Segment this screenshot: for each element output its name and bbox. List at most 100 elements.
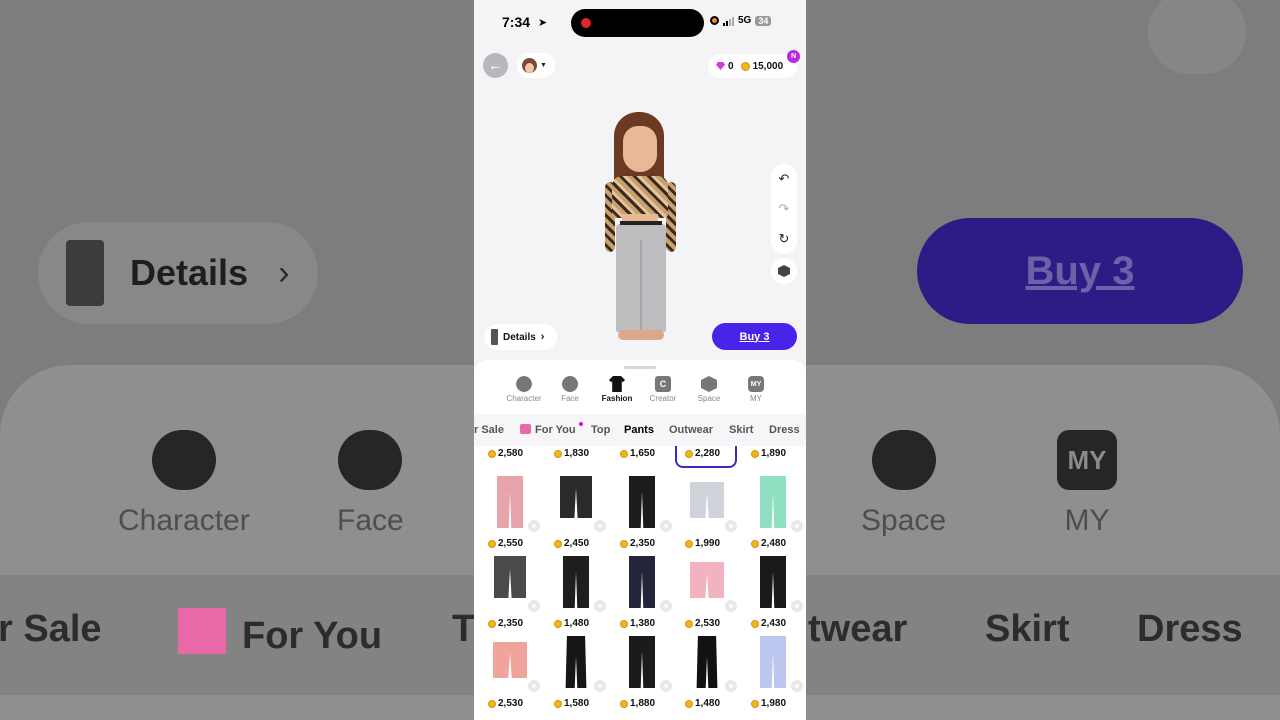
heart-icon[interactable]: ♥ xyxy=(660,680,672,692)
category-face[interactable]: Face xyxy=(547,376,593,403)
coin-icon xyxy=(554,539,562,548)
item-card[interactable]: ♥ 2,550 xyxy=(480,472,540,549)
heart-icon[interactable]: ♥ xyxy=(791,680,803,692)
heart-icon[interactable]: ♥ xyxy=(594,600,606,612)
item-card[interactable]: ♥ 1,480 xyxy=(677,632,737,709)
item-price: 2,430 xyxy=(751,618,806,629)
pants-image xyxy=(760,636,786,688)
item-card[interactable]: ♥ 2,450 xyxy=(546,472,606,549)
currency-balance[interactable]: 0 15,000 xyxy=(708,54,797,78)
shirt-icon xyxy=(609,376,625,392)
pants-image xyxy=(629,476,655,528)
network-label: 5G xyxy=(738,15,752,26)
coin-icon xyxy=(554,449,562,458)
tab-pants[interactable]: Pants xyxy=(624,424,654,436)
item-price: 2,530 xyxy=(685,618,745,629)
heart-icon[interactable]: ♥ xyxy=(725,520,737,532)
tab-dress[interactable]: Dress xyxy=(769,424,800,436)
item-price: 2,480 xyxy=(751,538,806,549)
category-space[interactable]: Space xyxy=(686,376,732,403)
sheet-grabber[interactable] xyxy=(624,366,656,369)
item-card[interactable]: ♥ 2,530 xyxy=(677,552,737,629)
item-card[interactable]: ♥ 2,480 xyxy=(743,472,803,549)
category-character[interactable]: Character xyxy=(501,376,547,403)
heart-icon[interactable]: ♥ xyxy=(660,600,672,612)
tab-top[interactable]: Top xyxy=(591,424,610,436)
item-price: 1,830 xyxy=(554,448,614,459)
item-card[interactable]: ♥ 2,350 xyxy=(480,552,540,629)
background-left-panel: Details › Character Face r Sale For You … xyxy=(0,0,474,720)
heart-icon[interactable]: ♥ xyxy=(528,680,540,692)
undo-icon[interactable]: ↶ xyxy=(779,171,790,187)
heart-icon[interactable]: ♥ xyxy=(791,520,803,532)
face-icon xyxy=(562,376,578,392)
character-preview[interactable] xyxy=(604,112,678,344)
reset-icon[interactable]: ↻ xyxy=(779,231,790,247)
tab-skirt[interactable]: Skirt xyxy=(729,424,753,436)
pants-image xyxy=(565,636,587,688)
buy-button[interactable]: Buy 3 xyxy=(712,323,797,350)
back-button[interactable]: ← xyxy=(483,53,508,78)
item-price: 2,550 xyxy=(488,538,548,549)
heart-icon[interactable]: ♥ xyxy=(528,600,540,612)
cube-icon xyxy=(701,376,717,392)
background-buy-button: Buy 3 xyxy=(917,218,1243,324)
pants-icon xyxy=(66,240,104,306)
pants-image xyxy=(494,556,526,598)
coin-icon xyxy=(685,619,693,628)
redo-icon[interactable]: ↷ xyxy=(779,201,790,217)
item-card[interactable]: ♥ 1,480 xyxy=(546,552,606,629)
avatar-switcher[interactable]: ▼ xyxy=(517,53,555,78)
item-card[interactable]: ♥ 2,530 xyxy=(480,632,540,709)
coin-icon xyxy=(554,699,562,708)
heart-icon[interactable]: ♥ xyxy=(594,680,606,692)
heart-icon[interactable]: ♥ xyxy=(725,600,737,612)
pants-image xyxy=(497,476,523,528)
pants-image xyxy=(629,556,655,608)
pants-image xyxy=(690,562,724,598)
details-button[interactable]: Details › xyxy=(484,324,557,350)
coin-icon xyxy=(488,699,496,708)
heart-icon[interactable]: ♥ xyxy=(594,520,606,532)
coin-icon xyxy=(685,449,693,458)
tab-sale[interactable]: r Sale xyxy=(474,424,504,436)
item-price: 1,580 xyxy=(554,698,614,709)
status-indicators: 5G 34 xyxy=(710,15,772,26)
pants-image xyxy=(696,636,718,688)
recording-dot-icon xyxy=(581,18,591,28)
tab-for-you[interactable]: For You xyxy=(520,424,576,436)
tab-outwear[interactable]: Outwear xyxy=(669,424,713,436)
category-creator[interactable]: C Creator xyxy=(640,376,686,403)
category-bar: Character Face Fashion C Creator Space M… xyxy=(474,376,806,412)
item-card[interactable]: ♥ 1,380 xyxy=(612,552,672,629)
status-time: 7:34 xyxy=(502,14,531,30)
chevron-right-icon: › xyxy=(278,253,290,292)
item-price: 2,580 xyxy=(488,448,548,459)
coin-icon xyxy=(751,699,759,708)
item-card[interactable]: ♥ 1,880 xyxy=(612,632,672,709)
heart-icon[interactable]: ♥ xyxy=(528,520,540,532)
item-card[interactable]: ♥ 1,990 xyxy=(677,472,737,549)
pants-image xyxy=(760,476,786,528)
phone-screen: 7:34 ➤ 5G 34 ← ▼ 0 15,000 N ↶ ↷ ↻ Detail… xyxy=(474,0,806,720)
item-grid: 2,580 1,830 1,650 2,280 1,890 ♥ 2,550 ♥ 2,4… xyxy=(474,446,806,720)
category-fashion[interactable]: Fashion xyxy=(594,376,640,403)
item-card[interactable]: ♥ 2,430 xyxy=(743,552,803,629)
view-3d-button[interactable] xyxy=(771,258,797,284)
my-icon: MY xyxy=(748,376,764,392)
heart-icon[interactable]: ♥ xyxy=(791,600,803,612)
chevron-right-icon: › xyxy=(540,331,545,343)
caret-down-icon: ▼ xyxy=(540,62,547,69)
category-my[interactable]: MY MY xyxy=(733,376,779,403)
item-price: 1,480 xyxy=(685,698,745,709)
item-card[interactable]: ♥ 1,980 xyxy=(743,632,803,709)
battery-icon: 34 xyxy=(755,15,772,26)
coin-icon xyxy=(751,539,759,548)
heart-icon[interactable]: ♥ xyxy=(725,680,737,692)
pants-image xyxy=(690,482,724,518)
item-card[interactable]: ♥ 1,580 xyxy=(546,632,606,709)
item-price: 1,880 xyxy=(620,698,680,709)
pants-image xyxy=(629,636,655,688)
heart-icon[interactable]: ♥ xyxy=(660,520,672,532)
item-card[interactable]: ♥ 2,350 xyxy=(612,472,672,549)
